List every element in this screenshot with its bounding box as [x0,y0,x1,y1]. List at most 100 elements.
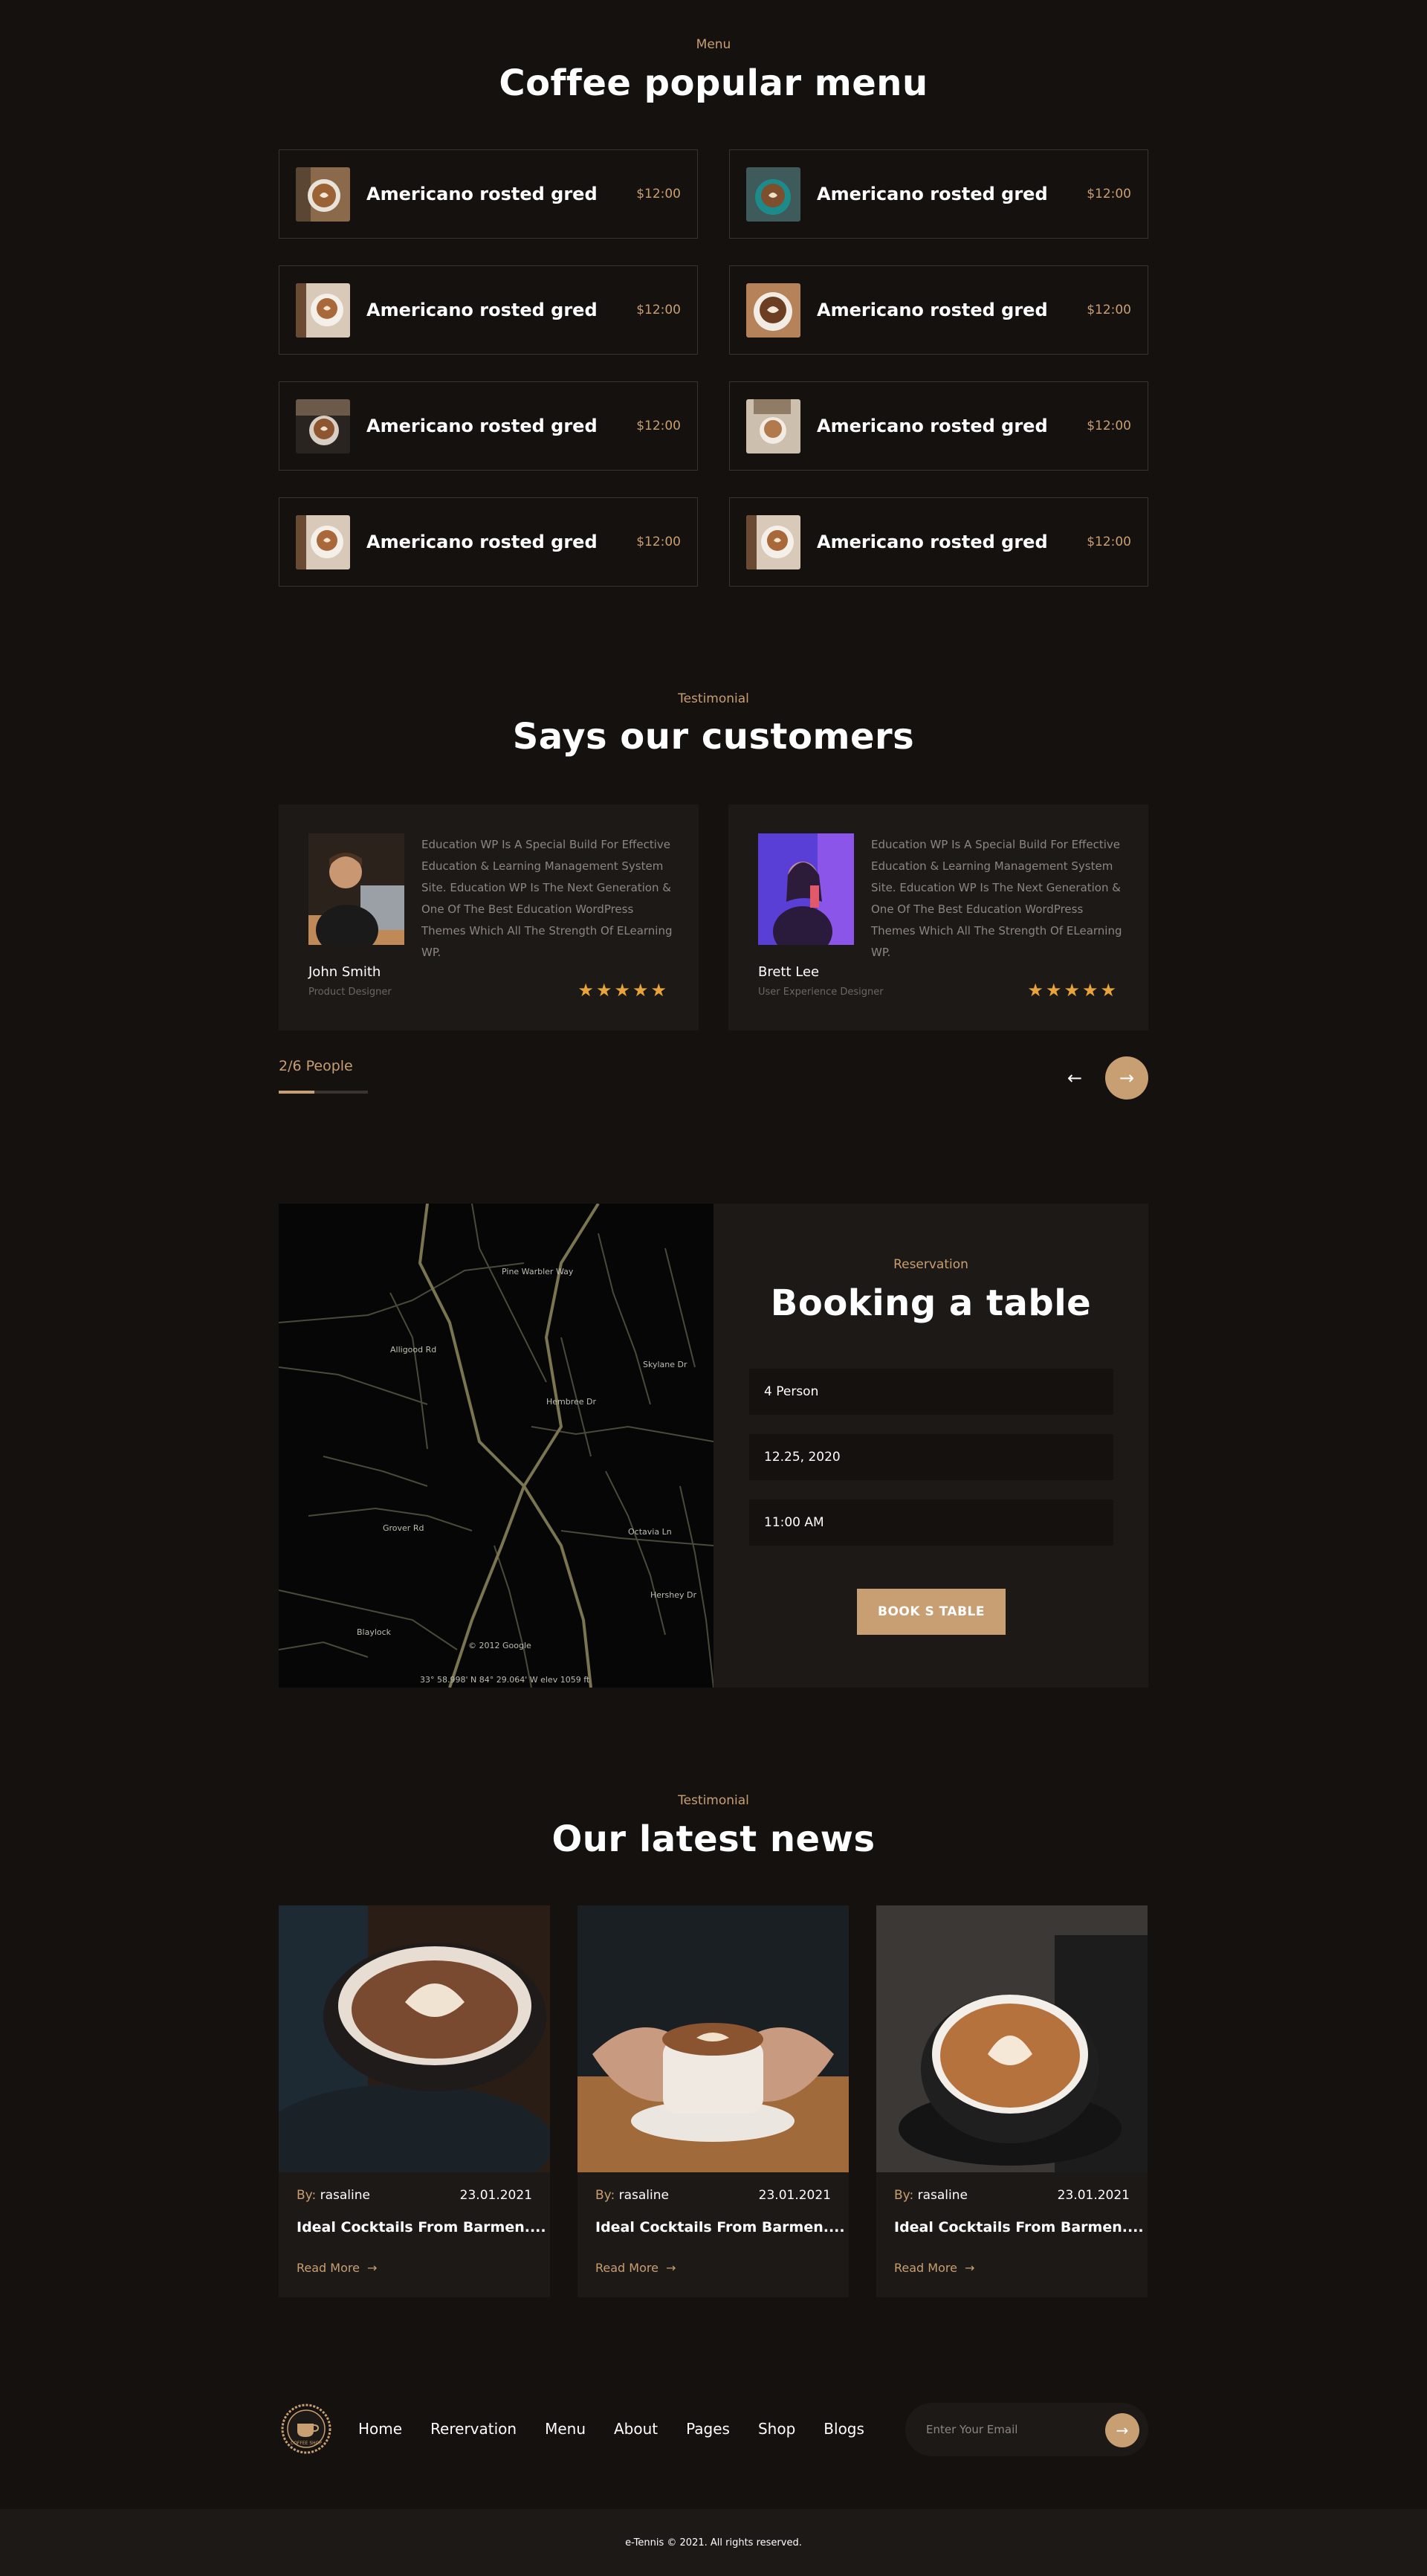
map-label: Hershey Dr [650,1590,697,1600]
nav-link-pages[interactable]: Pages [686,2420,730,2438]
menu-item[interactable]: Americano rosted gred $12:00 [279,149,698,239]
menu-item-name: Americano rosted gred [366,532,598,552]
menu-item-price: $12:00 [1087,303,1131,317]
news-author[interactable]: rasaline [918,2188,968,2203]
booking-section: Pine Warbler Way Alligood Rd Hembree Dr … [279,1204,1148,1688]
read-more-link[interactable]: Read More → [595,2261,676,2275]
map-label: Grover Rd [383,1523,424,1533]
news-list: By: rasaline 23.01.2021 Ideal Cocktails … [279,1905,1148,2297]
news-by-label: By: rasaline [894,2188,968,2203]
coffee-thumbnail [746,398,800,453]
map-label: Octavia Ln [628,1527,672,1537]
news-headline[interactable]: Ideal Cocktails From Barmen.... [297,2219,546,2236]
nav-link-shop[interactable]: Shop [758,2420,795,2438]
customer-name: Brett Lee [758,964,820,980]
map-label: Blaylock [357,1627,392,1637]
nav-link-menu[interactable]: Menu [545,2420,586,2438]
arrow-right-icon: → [366,2261,378,2275]
menu-item[interactable]: Americano rosted gred $12:00 [729,497,1148,587]
map-label: Alligood Rd [390,1345,436,1355]
customer-avatar [308,833,404,945]
nav-link-home[interactable]: Home [358,2420,402,2438]
news-card[interactable]: By: rasaline 23.01.2021 Ideal Cocktails … [279,1905,550,2297]
read-more-label: Read More [595,2261,659,2275]
menu-item-name: Americano rosted gred [366,300,598,320]
news-by-prefix: By: [297,2188,317,2203]
menu-item-price: $12:00 [1087,535,1131,549]
news-card[interactable]: By: rasaline 23.01.2021 Ideal Cocktails … [876,1905,1148,2297]
menu-item[interactable]: Americano rosted gred $12:00 [729,149,1148,239]
menu-item-price: $12:00 [636,419,681,433]
arrow-right-icon: → [1119,1068,1135,1088]
menu-item[interactable]: Americano rosted gred $12:00 [729,381,1148,471]
menu-item-price: $12:00 [1087,419,1131,433]
menu-item[interactable]: Americano rosted gred $12:00 [279,265,698,355]
date-field[interactable]: 12.25, 2020 [749,1434,1113,1480]
book-table-button[interactable]: BOOK S TABLE [857,1589,1006,1635]
news-date: 23.01.2021 [459,2188,532,2203]
map[interactable]: Pine Warbler Way Alligood Rd Hembree Dr … [279,1204,714,1688]
newsletter-form: → [905,2403,1148,2456]
map-streets: Pine Warbler Way Alligood Rd Hembree Dr … [279,1204,714,1688]
news-eyebrow: Testimonial [678,1793,749,1808]
subscribe-button[interactable]: → [1105,2413,1139,2447]
testimonial-card: Education WP Is A Special Build For Effe… [279,804,699,1030]
menu-item[interactable]: Americano rosted gred $12:00 [729,265,1148,355]
menu-item-name: Americano rosted gred [366,184,598,204]
news-author[interactable]: rasaline [320,2188,370,2203]
booking-title: Booking a table [770,1282,1092,1324]
map-coordinates: 33° 58.998' N 84° 29.064' W elev 1059 ft [420,1675,590,1685]
menu-item-name: Americano rosted gred [817,300,1048,320]
news-title: Our latest news [551,1818,876,1860]
news-by-label: By: rasaline [595,2188,669,2203]
booking-eyebrow: Reservation [893,1257,968,1272]
coffee-thumbnail [296,514,350,569]
email-input[interactable] [926,2423,1090,2436]
customer-role: Product Designer [308,987,392,998]
prev-arrow-button[interactable]: ← [1053,1056,1096,1100]
testimonial-eyebrow: Testimonial [678,691,749,706]
testimonial-carousel: Education WP Is A Special Build For Effe… [279,804,1148,1030]
menu-title: Coffee popular menu [499,62,928,104]
coffee-shop-logo-icon[interactable]: COFFEE SHOP [279,2403,334,2455]
read-more-link[interactable]: Read More → [297,2261,377,2275]
menu-item[interactable]: Americano rosted gred $12:00 [279,381,698,471]
news-by-prefix: By: [595,2188,615,2203]
testimonial-text: Education WP Is A Special Build For Effe… [871,838,1122,959]
news-by-prefix: By: [894,2188,914,2203]
customer-name: John Smith [308,964,381,980]
testimonial-card: Education WP Is A Special Build For Effe… [728,804,1148,1030]
testimonial-text: Education WP Is A Special Build For Effe… [421,838,673,959]
news-author[interactable]: rasaline [619,2188,669,2203]
news-date: 23.01.2021 [1057,2188,1130,2203]
news-headline[interactable]: Ideal Cocktails From Barmen.... [894,2219,1144,2236]
read-more-label: Read More [894,2261,957,2275]
time-field[interactable]: 11:00 AM [749,1500,1113,1546]
menu-item-name: Americano rosted gred [817,416,1048,436]
coffee-thumbnail [746,514,800,569]
carousel-progress-fill [279,1091,314,1094]
news-card[interactable]: By: rasaline 23.01.2021 Ideal Cocktails … [577,1905,849,2297]
menu-item[interactable]: Americano rosted gred $12:00 [279,497,698,587]
next-arrow-button[interactable]: → [1105,1056,1148,1100]
menu-item-price: $12:00 [636,303,681,317]
read-more-link[interactable]: Read More → [894,2261,974,2275]
news-headline[interactable]: Ideal Cocktails From Barmen.... [595,2219,845,2236]
nav-link-blogs[interactable]: Blogs [823,2420,864,2438]
news-image [577,1905,849,2172]
map-label: Hembree Dr [546,1397,597,1407]
menu-item-price: $12:00 [1087,187,1131,201]
arrow-right-icon: → [665,2261,676,2275]
coffee-thumbnail [296,398,350,453]
coffee-thumbnail [296,167,350,222]
nav-link-reservation[interactable]: Rerervation [430,2420,517,2438]
arrow-right-icon: → [1116,2421,1129,2439]
map-label: Pine Warbler Way [502,1267,574,1276]
rating-stars-icon: ★★★★★ [577,980,669,1001]
menu-item-price: $12:00 [636,187,681,201]
person-field[interactable]: 4 Person [749,1369,1113,1415]
copyright-bar: e-Tennis © 2021. All rights reserved. [0,2509,1427,2576]
news-image [876,1905,1148,2172]
nav-link-about[interactable]: About [614,2420,658,2438]
arrow-left-icon: ← [1067,1068,1083,1088]
